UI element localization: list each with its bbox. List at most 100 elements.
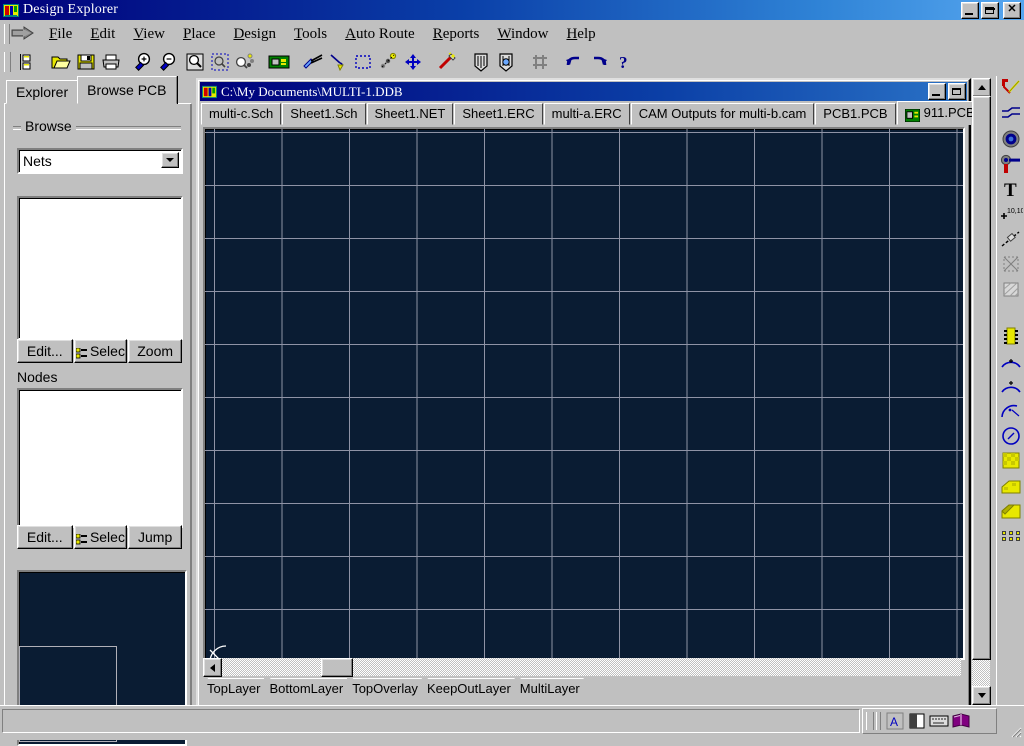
mdi-vscroll-thumb[interactable] [972, 96, 991, 660]
clear-selection-icon[interactable] [434, 50, 459, 74]
nodes-edit-button[interactable]: Edit... [17, 525, 73, 549]
crosshair-icon[interactable] [400, 50, 425, 74]
resize-grip[interactable] [1008, 724, 1022, 738]
zoom-last-icon[interactable] [232, 50, 257, 74]
menu-item-reports[interactable]: Reports [424, 24, 489, 45]
help-icon[interactable]: ? [611, 50, 636, 74]
fill-rect-icon[interactable] [998, 448, 1024, 473]
toolbar-grip[interactable] [4, 52, 11, 72]
room-icon[interactable] [998, 251, 1024, 276]
doc-tab-sheet1-sch[interactable]: Sheet1.Sch [282, 103, 365, 125]
arc-center-icon[interactable] [998, 348, 1024, 373]
select-area-icon[interactable] [350, 50, 375, 74]
window-title: Design Explorer [23, 2, 118, 18]
help-book-icon[interactable] [950, 711, 972, 731]
dimension-icon[interactable] [998, 226, 1024, 251]
tray-grip-2[interactable] [876, 712, 881, 730]
hscroll-track[interactable] [203, 658, 961, 676]
arc-any-angle-icon[interactable] [998, 398, 1024, 423]
doc-tab-911-pcb[interactable]: 911.PCB [897, 101, 983, 125]
doc-tab-sheet1-erc[interactable]: Sheet1.ERC [454, 103, 542, 125]
text-mode-icon[interactable]: A [884, 711, 906, 731]
scroll-left-icon[interactable] [203, 658, 222, 677]
menu-item-window[interactable]: Window [488, 24, 557, 45]
layer-tab-bottomlayer[interactable]: BottomLayer [263, 678, 347, 701]
pcb-canvas[interactable] [203, 127, 965, 660]
polygon-plane-icon[interactable] [998, 473, 1024, 498]
coordinate-icon[interactable]: 10,10 [998, 201, 1024, 226]
mdi-restore-button[interactable] [948, 83, 966, 100]
arc-edge-icon[interactable] [998, 373, 1024, 398]
chevron-down-icon[interactable] [161, 152, 179, 168]
string-icon[interactable]: T [998, 176, 1024, 201]
cut-icon[interactable] [300, 50, 325, 74]
scroll-down-icon[interactable] [972, 686, 991, 705]
full-circle-icon[interactable] [998, 423, 1024, 448]
minimize-button[interactable] [961, 2, 979, 19]
menu-item-view[interactable]: View [124, 24, 174, 45]
component-icon[interactable] [998, 323, 1024, 348]
layer-tab-multilayer[interactable]: MultiLayer [514, 678, 584, 701]
component-up-icon[interactable] [468, 50, 493, 74]
zoom-window-icon[interactable] [182, 50, 207, 74]
pcb-view-icon[interactable] [266, 50, 291, 74]
mdi-vscrollbar[interactable] [972, 78, 990, 705]
doc-tab-pcb1-pcb[interactable]: PCB1.PCB [815, 103, 895, 125]
browse-type-combo[interactable]: Nets [17, 148, 183, 174]
interactive-route-icon[interactable] [998, 76, 1024, 101]
layer-tab-topoverlay[interactable]: TopOverlay [346, 678, 422, 701]
component-down-icon[interactable] [493, 50, 518, 74]
nodes-listbox[interactable] [17, 388, 183, 528]
zoom-out-icon[interactable] [157, 50, 182, 74]
layer-tab-keepoutlayer[interactable]: KeepOutLayer [421, 678, 515, 701]
array-paste-icon[interactable] [998, 523, 1024, 548]
nets-zoom-button[interactable]: Zoom [128, 339, 182, 363]
line-icon[interactable] [998, 101, 1024, 126]
panel-icon[interactable] [906, 711, 928, 731]
pad-icon[interactable] [998, 126, 1024, 151]
menu-item-tools[interactable]: Tools [285, 24, 336, 45]
close-button[interactable]: ✕ [1003, 2, 1021, 19]
menu-item-auto-route[interactable]: Auto Route [336, 24, 424, 45]
doc-tab-multi-a-erc[interactable]: multi-a.ERC [544, 103, 630, 125]
layer-tab-toplayer[interactable]: TopLayer [201, 678, 264, 701]
menu-item-edit[interactable]: Edit [81, 24, 124, 45]
scroll-up-icon[interactable] [972, 78, 991, 97]
move-selection-icon[interactable] [375, 50, 400, 74]
pcb-grid [205, 129, 963, 658]
restore-button[interactable] [981, 2, 999, 19]
nets-edit-button[interactable]: Edit... [17, 339, 73, 363]
via-icon[interactable] [998, 151, 1024, 176]
zoom-selection-icon[interactable] [207, 50, 232, 74]
redo-icon[interactable] [586, 50, 611, 74]
nets-select-label: Selec [90, 343, 125, 359]
zoom-in-icon[interactable] [132, 50, 157, 74]
documents-icon[interactable] [14, 50, 39, 74]
mdi-minimize-button[interactable] [928, 83, 946, 100]
grid-icon[interactable] [527, 50, 552, 74]
paste-rubber-icon[interactable] [325, 50, 350, 74]
tab-explorer[interactable]: Explorer [6, 80, 78, 104]
canvas-hscrollbar[interactable] [203, 658, 961, 676]
menu-item-file[interactable]: File [40, 24, 81, 45]
keyboard-icon[interactable] [928, 711, 950, 731]
print-icon[interactable] [98, 50, 123, 74]
menu-item-place[interactable]: Place [174, 24, 224, 45]
undo-icon[interactable] [561, 50, 586, 74]
doc-tab-multi-c-sch[interactable]: multi-c.Sch [201, 103, 281, 125]
tab-browse-pcb[interactable]: Browse PCB [77, 76, 176, 104]
hscroll-thumb[interactable] [321, 658, 353, 677]
menu-item-help[interactable]: Help [557, 24, 604, 45]
nets-listbox[interactable] [17, 196, 183, 340]
open-folder-icon[interactable] [48, 50, 73, 74]
nets-select-button[interactable]: Selec [74, 339, 128, 363]
save-icon[interactable] [73, 50, 98, 74]
split-plane-icon[interactable] [998, 498, 1024, 523]
nodes-select-button[interactable]: Selec [74, 525, 128, 549]
doc-tab-sheet1-net[interactable]: Sheet1.NET [367, 103, 454, 125]
nodes-jump-button[interactable]: Jump [128, 525, 182, 549]
doc-tab-cam-outputs[interactable]: CAM Outputs for multi-b.cam [631, 103, 815, 125]
tray-grip[interactable] [866, 712, 874, 730]
menu-item-design[interactable]: Design [224, 24, 285, 45]
fill-icon[interactable] [998, 276, 1024, 301]
